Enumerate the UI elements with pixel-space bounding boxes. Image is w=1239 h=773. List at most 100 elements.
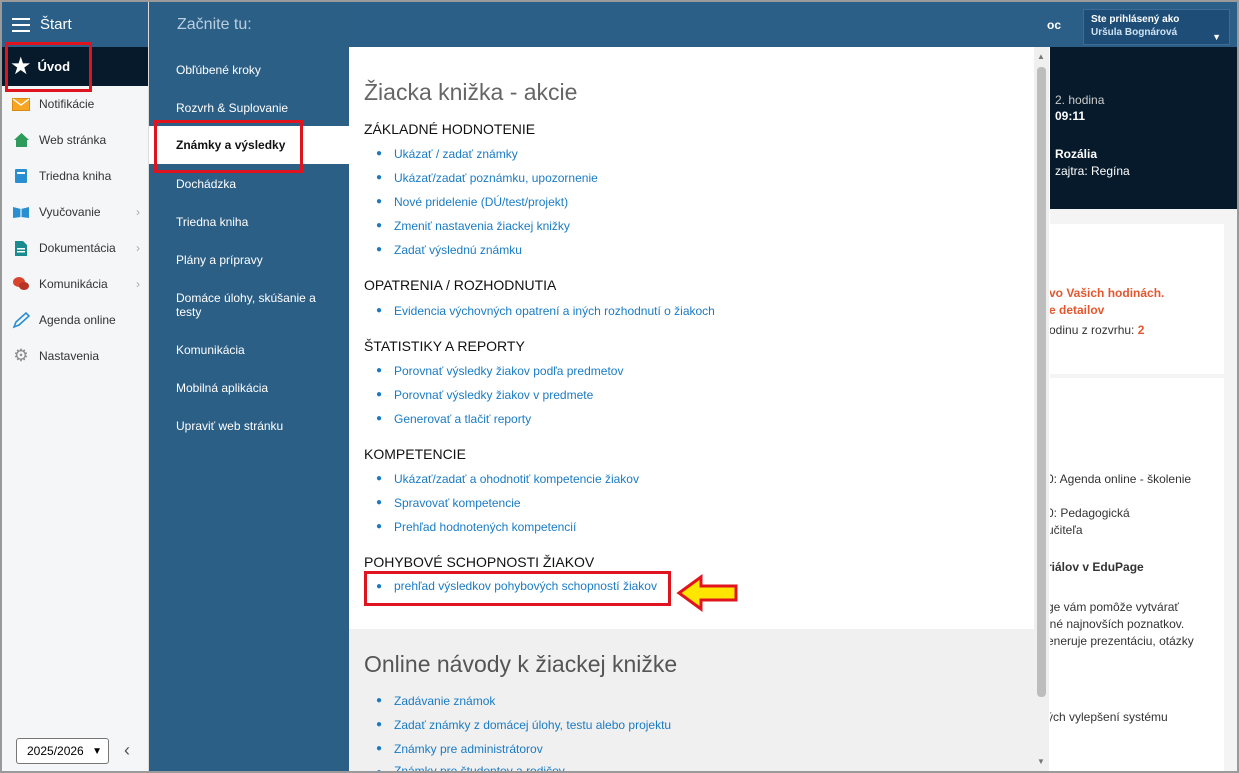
news-line: ých vylepšení systému xyxy=(1047,710,1168,724)
link-porovnat-v-predmete[interactable]: Porovnať výsledky žiakov v predmete xyxy=(394,388,593,402)
app-window: oc Ste prihlásený ako Uršula Bognárová ▼… xyxy=(0,0,1239,773)
user-account-dropdown[interactable]: Ste prihlásený ako Uršula Bognárová ▼ xyxy=(1083,9,1230,45)
sidebar-item-label: Komunikácia xyxy=(39,277,108,291)
link-poznamka[interactable]: Ukázať/zadať poznámku, upozornenie xyxy=(394,171,598,185)
highlight-box-znamky xyxy=(154,120,303,173)
highlight-box-pohybove xyxy=(364,571,671,606)
bullet: ● xyxy=(376,196,383,207)
link-nove-pridelenie[interactable]: Nové pridelenie (DÚ/test/projekt) xyxy=(394,195,568,209)
bullet: ● xyxy=(376,244,383,255)
sidebar-item-label: Dokumentácia xyxy=(39,241,116,255)
menu-item-triedna-kniha[interactable]: Triedna kniha xyxy=(149,215,349,229)
sidebar-item-vyucovanie[interactable]: Vyučovanie › xyxy=(2,194,148,230)
alert-line-1: vo Vašich hodinách. xyxy=(1049,286,1165,300)
link-porovnat-podla-predmetov[interactable]: Porovnať výsledky žiakov podľa predmetov xyxy=(394,364,623,378)
link-zadavanie-znamok[interactable]: Zadávanie známok xyxy=(394,694,495,708)
link-nastavenia-ziackej-knizky[interactable]: Zmeniť nastavenia žiackej knižky xyxy=(394,219,570,233)
lesson-time: 09:11 xyxy=(1055,109,1086,123)
link-znamky-z-domacej-ulohy[interactable]: Zadať známky z domácej úlohy, testu aleb… xyxy=(394,718,671,732)
lesson-label: 2. hodina xyxy=(1055,93,1105,107)
yellow-arrow-icon xyxy=(676,574,738,612)
sidebar-header-label: Štart xyxy=(40,16,72,33)
content-scrollbar[interactable]: ▲ ▼ xyxy=(1034,47,1049,771)
nameday-tomorrow: zajtra: Regína xyxy=(1055,164,1130,178)
collapse-sidebar-icon[interactable]: ‹ xyxy=(124,740,130,761)
bullet: ● xyxy=(376,148,383,159)
news-line: lné najnovších poznatkov. xyxy=(1047,617,1185,631)
scroll-up-icon[interactable]: ▲ xyxy=(1037,52,1045,61)
pen-icon xyxy=(12,311,30,329)
online-guides-title: Online návody k žiackej knižke xyxy=(364,651,678,677)
chevron-down-icon: ▼ xyxy=(1212,32,1221,42)
link-evidencia-opatreni[interactable]: Evidencia výchovných opatrení a iných ro… xyxy=(394,304,715,318)
school-year-select[interactable]: 2025/2026 ▼ xyxy=(16,738,109,764)
sidebar: Štart ★ Úvod Notifikácie Web stránka Tri… xyxy=(2,2,149,771)
sidebar-item-triedna-kniha[interactable]: Triedna kniha xyxy=(2,158,148,194)
scroll-down-icon[interactable]: ▼ xyxy=(1037,757,1045,766)
content-panel: Žiacka knižka - akcie ZÁKLADNÉ HODNOTENI… xyxy=(349,47,1050,771)
bullet: ● xyxy=(376,365,383,376)
book-icon xyxy=(12,167,30,185)
menu-item-domace-ulohy[interactable]: Domáce úlohy, skúšanie a testy xyxy=(149,291,319,319)
sidebar-item-nastavenia[interactable]: ⚙ Nastavenia xyxy=(2,338,148,374)
section-title: KOMPETENCIE xyxy=(364,446,466,462)
envelope-icon xyxy=(12,95,30,113)
section-title: ŠTATISTIKY A REPORTY xyxy=(364,338,525,354)
link-znamky-pre-administratorov[interactable]: Známky pre administrátorov xyxy=(394,742,543,756)
sidebar-item-komunikacia[interactable]: Komunikácia › xyxy=(2,266,148,302)
link-spravovat-kompetencie[interactable]: Spravovať kompetencie xyxy=(394,496,521,510)
menu-item-komunikacia[interactable]: Komunikácia xyxy=(149,343,349,357)
sidebar-item-label: Notifikácie xyxy=(39,97,95,111)
sidebar-item-dokumentacia[interactable]: Dokumentácia › xyxy=(2,230,148,266)
nameday-today: Rozália xyxy=(1055,147,1098,161)
sidebar-item-web-stranka[interactable]: Web stránka xyxy=(2,122,148,158)
link-vysledna-znamka[interactable]: Zadať výslednú známku xyxy=(394,243,522,257)
menu-item-dochadzka[interactable]: Dochádzka xyxy=(149,177,349,191)
top-bar-partial-label: oc xyxy=(1047,18,1062,32)
sidebar-item-agenda-online[interactable]: Agenda online xyxy=(2,302,148,338)
home-icon xyxy=(12,131,30,149)
bullet: ● xyxy=(376,220,383,231)
chevron-right-icon: › xyxy=(136,277,140,291)
sidebar-item-label: Agenda online xyxy=(39,313,116,327)
link-prehlad-kompetencii[interactable]: Prehľad hodnotených kompetencií xyxy=(394,520,576,534)
link-ukazat-zadat-znamky[interactable]: Ukázať / zadať známky xyxy=(394,147,518,161)
menu-item-rozvrh[interactable]: Rozvrh & Suplovanie xyxy=(149,101,349,115)
gear-icon: ⚙ xyxy=(13,346,29,365)
start-menu-panel: Začnite tu: Obľúbené kroky Rozvrh & Supl… xyxy=(149,2,349,771)
login-label: Ste prihlásený ako xyxy=(1091,14,1180,25)
sidebar-item-label: Vyučovanie xyxy=(39,205,101,219)
sidebar-header[interactable]: Štart xyxy=(2,2,148,47)
chevron-right-icon: › xyxy=(136,241,140,255)
section-title: OPATRENIA / ROZHODNUTIA xyxy=(364,277,557,293)
alert-details-link[interactable]: e detailov xyxy=(1049,303,1104,317)
section-title: POHYBOVÉ SCHOPNOSTI ŽIAKOV xyxy=(364,554,595,570)
alert-line-3: odinu z rozvrhu: 2 xyxy=(1049,323,1145,337)
document-icon xyxy=(12,239,30,257)
sidebar-item-label: Triedna kniha xyxy=(39,169,112,183)
open-book-icon xyxy=(12,203,30,221)
highlight-box-uvod xyxy=(5,42,92,92)
bullet: ● xyxy=(376,695,383,706)
bullet: ● xyxy=(376,521,383,532)
link-kompetencie-ziakov[interactable]: Ukázať/zadať a ohodnotiť kompetencie žia… xyxy=(394,472,639,486)
chevron-right-icon: › xyxy=(136,205,140,219)
chat-icon xyxy=(12,275,30,293)
hamburger-menu-icon[interactable] xyxy=(12,17,30,32)
login-user-name: Uršula Bognárová xyxy=(1091,27,1178,38)
menu-item-upravit-web[interactable]: Upraviť web stránku xyxy=(149,419,349,433)
scrollbar-thumb[interactable] xyxy=(1037,67,1046,697)
page-title: Žiacka knižka - akcie xyxy=(364,79,578,105)
link-znamky-pre-studentov[interactable]: Známky pre študentov a rodičov xyxy=(394,764,565,771)
link-generovat-reporty[interactable]: Generovať a tlačiť reporty xyxy=(394,412,531,426)
news-line: ge vám pomôže vytvárať xyxy=(1047,600,1179,614)
menu-item-oblubene-kroky[interactable]: Obľúbené kroky xyxy=(149,63,349,77)
bullet: ● xyxy=(376,413,383,424)
news-line: 0: Agenda online - školenie xyxy=(1047,472,1192,486)
menu-item-mobilna-aplikacia[interactable]: Mobilná aplikácia xyxy=(149,381,349,395)
news-title[interactable]: riálov v EduPage xyxy=(1047,560,1144,574)
bullet: ● xyxy=(376,743,383,754)
menu-item-plany-a-pripravy[interactable]: Plány a prípravy xyxy=(149,253,349,267)
news-line: 0: Pedagogická xyxy=(1047,506,1130,520)
bullet: ● xyxy=(376,719,383,730)
